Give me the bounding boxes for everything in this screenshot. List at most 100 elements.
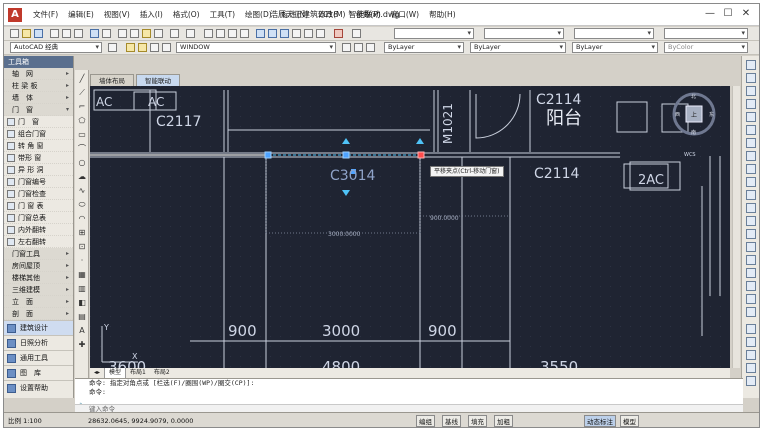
menu-edit[interactable]: 编辑(E) <box>63 9 99 21</box>
ellipse-icon[interactable]: ⬭ <box>77 200 87 210</box>
palette-tab-general-tools[interactable]: 通用工具 <box>4 350 73 365</box>
minimize-button[interactable]: — <box>701 7 719 21</box>
palette-item-flip-left-right[interactable]: 左右翻转 <box>4 236 73 248</box>
menu-tools[interactable]: 工具(T) <box>205 9 240 21</box>
copy-icon[interactable] <box>130 29 139 38</box>
workspace-settings-icon[interactable] <box>108 43 117 52</box>
palette-category-elevation[interactable]: 立 面 ▸ <box>4 296 73 308</box>
table-style-select[interactable] <box>574 28 654 39</box>
trim-icon[interactable] <box>746 177 756 187</box>
make-current-layer-icon[interactable] <box>342 43 351 52</box>
tab-layout1[interactable]: 布局1 <box>126 368 150 378</box>
circle-icon[interactable]: ○ <box>77 158 87 168</box>
open-file-icon[interactable] <box>22 29 31 38</box>
bring-front-icon[interactable] <box>746 337 756 347</box>
new-file-icon[interactable] <box>10 29 19 38</box>
save-icon[interactable] <box>34 29 43 38</box>
match-properties-icon[interactable] <box>154 29 163 38</box>
properties-icon[interactable] <box>256 29 265 38</box>
rectangle-icon[interactable]: ▭ <box>77 130 87 140</box>
palette-tab-library[interactable]: 图 库 <box>4 365 73 380</box>
paste-icon[interactable] <box>142 29 151 38</box>
text-front-icon[interactable] <box>746 363 756 373</box>
table-draw-icon[interactable]: ▤ <box>77 312 87 322</box>
palette-category-door-window-tools[interactable]: 门窗工具 ▸ <box>4 248 73 260</box>
vertical-scrollbar[interactable] <box>732 86 740 368</box>
zoom-previous-icon[interactable] <box>240 29 249 38</box>
palette-category-wall[interactable]: 墙 体 ▸ <box>4 92 73 104</box>
palette-category-section[interactable]: 剖 面 ▸ <box>4 308 73 320</box>
layer-states-icon[interactable] <box>366 43 375 52</box>
copy-object-icon[interactable] <box>746 73 756 83</box>
palette-category-door-window[interactable]: 门 窗 ▾ <box>4 104 73 116</box>
markup-icon[interactable] <box>304 29 313 38</box>
spline-icon[interactable]: ∿ <box>77 186 87 196</box>
find-icon[interactable] <box>90 29 99 38</box>
hatch-icon[interactable]: ▦ <box>77 270 87 280</box>
palette-category-stairs-other[interactable]: 楼梯其他 ▸ <box>4 272 73 284</box>
layer-freeze-icon[interactable] <box>150 43 159 52</box>
palette-item-irregular-hole[interactable]: 异 形 洞 <box>4 164 73 176</box>
linetype-select[interactable]: ByLayer <box>470 42 566 53</box>
palette-item-door-window-number[interactable]: 门窗编号 <box>4 176 73 188</box>
layer-lock-icon[interactable] <box>162 43 171 52</box>
palette-category-axis[interactable]: 轴 网 ▸ <box>4 68 73 80</box>
bold-toggle[interactable]: 加粗 <box>494 415 513 427</box>
design-center-icon[interactable] <box>268 29 277 38</box>
layer-select[interactable]: WINDOW <box>176 42 336 53</box>
extend-icon[interactable] <box>746 190 756 200</box>
baseline-toggle[interactable]: 基线 <box>442 415 461 427</box>
polyline-icon[interactable]: ⌐ <box>77 102 87 112</box>
palette-item-corner-window[interactable]: 转 角 窗 <box>4 140 73 152</box>
tab-model[interactable]: 模型 <box>104 367 127 379</box>
maximize-button[interactable]: ☐ <box>719 7 737 21</box>
layout-nav-icon[interactable]: ◂▸ <box>90 368 104 378</box>
revision-cloud-icon[interactable]: ☁ <box>77 172 87 182</box>
mirror-icon[interactable] <box>746 86 756 96</box>
group-toggle[interactable]: 编组 <box>416 415 435 427</box>
ellipse-arc-icon[interactable]: ◠ <box>77 214 87 224</box>
lineweight-select[interactable]: ByLayer <box>572 42 658 53</box>
dynamic-dimension-toggle[interactable]: 动态标注 <box>584 415 616 427</box>
construction-line-icon[interactable]: ⟋ <box>77 88 87 98</box>
array-icon[interactable] <box>746 112 756 122</box>
close-button[interactable]: ✕ <box>737 7 755 21</box>
pan-icon[interactable] <box>204 29 213 38</box>
style-icon[interactable] <box>352 29 361 38</box>
break-at-point-icon[interactable] <box>746 203 756 213</box>
arc-icon[interactable]: ⌒ <box>77 144 87 154</box>
menu-file[interactable]: 文件(F) <box>28 9 63 21</box>
draw-order-icon[interactable] <box>746 324 756 334</box>
text-style-select[interactable] <box>394 28 474 39</box>
palette-item-door-window[interactable]: 门 窗 <box>4 116 73 128</box>
zoom-realtime-icon[interactable] <box>216 29 225 38</box>
gradient-icon[interactable]: ▥ <box>77 284 87 294</box>
erase-icon[interactable] <box>746 60 756 70</box>
region-icon[interactable]: ◧ <box>77 298 87 308</box>
scale-icon[interactable] <box>746 151 756 161</box>
help-icon[interactable] <box>334 29 343 38</box>
break-icon[interactable] <box>746 216 756 226</box>
layer-previous-icon[interactable] <box>354 43 363 52</box>
explode-icon[interactable] <box>746 268 756 278</box>
palette-tab-sunlight-analysis[interactable]: 日照分析 <box>4 335 73 350</box>
quickcalc-icon[interactable] <box>316 29 325 38</box>
move-icon[interactable] <box>746 125 756 135</box>
palette-item-door-window-table[interactable]: 门 窗 表 <box>4 200 73 212</box>
palette-item-flip-inside-out[interactable]: 内外翻转 <box>4 224 73 236</box>
pedit-icon[interactable] <box>746 294 756 304</box>
chamfer-icon[interactable] <box>746 242 756 252</box>
join-icon[interactable] <box>746 229 756 239</box>
blend-icon[interactable] <box>746 281 756 291</box>
tab-wall-layout[interactable]: 墙体布局 <box>90 74 134 86</box>
tab-layout2[interactable]: 布局2 <box>150 368 174 378</box>
workspace-select[interactable]: AutoCAD 经典 <box>10 42 102 53</box>
palette-item-door-window-total-table[interactable]: 门窗总表 <box>4 212 73 224</box>
model-space-toggle[interactable]: 模型 <box>620 415 639 427</box>
line-icon[interactable]: ╱ <box>77 74 87 84</box>
palette-item-strip-window[interactable]: 带形 窗 <box>4 152 73 164</box>
send-back-icon[interactable] <box>746 350 756 360</box>
publish-icon[interactable] <box>74 29 83 38</box>
dim-style-select[interactable] <box>484 28 564 39</box>
app-logo-icon[interactable]: A <box>8 8 22 22</box>
